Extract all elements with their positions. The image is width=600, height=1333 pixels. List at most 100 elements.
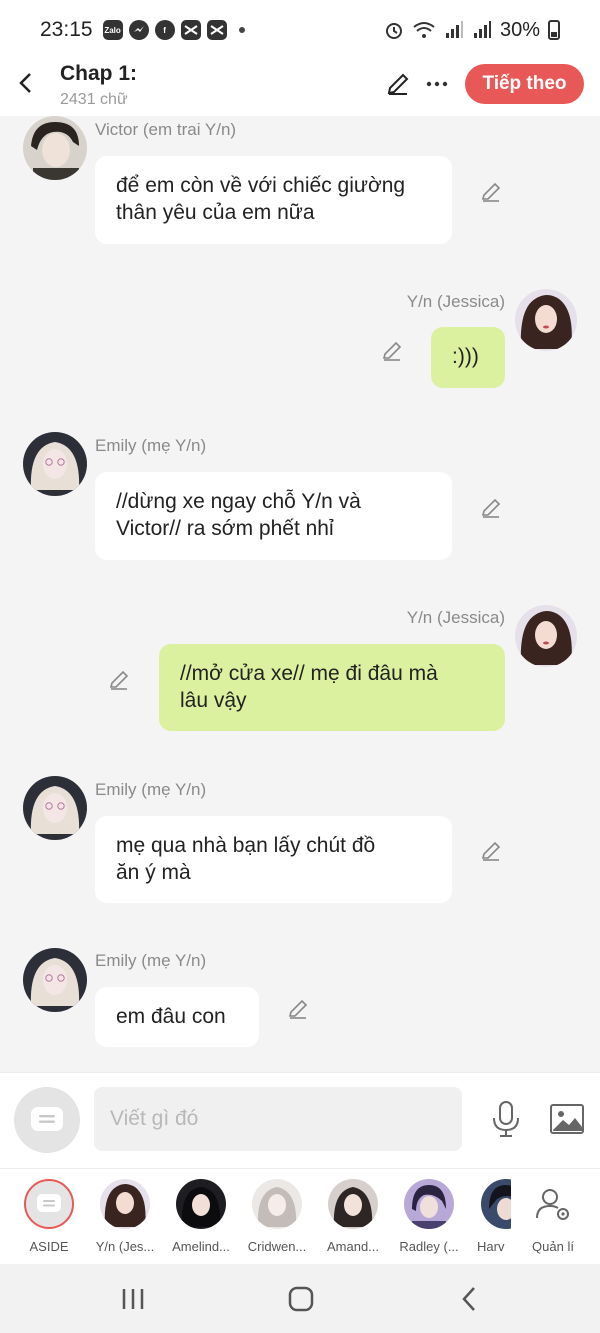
image-icon [550, 1104, 584, 1134]
composer-bar [0, 1072, 600, 1168]
nav-back-button[interactable] [449, 1282, 489, 1316]
sender-name: Emily (mẹ Y/n) [95, 780, 207, 799]
system-status: 30% [384, 19, 560, 42]
pencil-icon [387, 73, 409, 95]
message-line: em đâu con [116, 1005, 226, 1028]
message-line: thân yêu của em nữa [116, 201, 315, 224]
manage-icon [528, 1179, 578, 1229]
system-nav-bar [0, 1264, 600, 1333]
pencil-icon [109, 670, 129, 690]
character-amelind[interactable]: Amelind... [167, 1179, 235, 1254]
status-bar: 23:15 Zalo f 30% [0, 0, 600, 60]
message-line: //mở cửa xe// mẹ đi đâu mà [180, 662, 438, 685]
character-label: Amelind... [172, 1239, 230, 1254]
status-time: 23:15 [40, 18, 93, 41]
back-button[interactable] [8, 66, 42, 100]
message-bubble[interactable]: em đâu con [95, 987, 259, 1047]
character-label: Amand... [326, 1239, 380, 1254]
edit-message-button[interactable] [106, 667, 132, 693]
word-count: 2431 chữ [60, 91, 128, 108]
character-avatar [481, 1179, 511, 1229]
more-notifications-dot [238, 27, 245, 33]
character-label: Harv [477, 1239, 505, 1254]
chevron-left-icon [19, 73, 31, 93]
home-icon [288, 1286, 314, 1312]
character-radley[interactable]: Radley (... [395, 1179, 463, 1254]
edit-message-button[interactable] [379, 338, 405, 364]
avatar-emily[interactable] [23, 432, 87, 496]
character-label: Radley (... [399, 1239, 459, 1254]
message-bubble[interactable]: để em còn về với chiếc giường thân yêu c… [95, 156, 452, 244]
avatar-emily[interactable] [23, 948, 87, 1012]
sender-name: Emily (mẹ Y/n) [95, 436, 207, 455]
pencil-icon [481, 498, 501, 518]
battery-icon [548, 20, 560, 40]
message-bubble[interactable]: //dừng xe ngay chỗ Y/n và Victor// ra sớ… [95, 472, 452, 560]
edit-title-button[interactable] [382, 68, 414, 100]
character-avatar [404, 1179, 454, 1229]
wifi-icon [413, 22, 435, 38]
message-line: mẹ qua nhà bạn lấy chút đồ [116, 834, 376, 857]
manage-characters-button[interactable]: Quản lí [518, 1179, 588, 1254]
message-input[interactable] [94, 1087, 462, 1151]
message-line: lâu vậy [180, 689, 247, 712]
facebook-icon: f [154, 20, 175, 40]
microphone-button[interactable] [488, 1099, 524, 1139]
header: Chap 1: 2431 chữ Tiếp theo [0, 60, 600, 116]
avatar-victor[interactable] [23, 116, 87, 180]
recent-apps-button[interactable] [113, 1282, 153, 1316]
character-strip: ASIDE Y/n (Jes... Amelind... Cridwen... … [0, 1168, 600, 1264]
microphone-icon [493, 1101, 519, 1137]
avatar-jessica[interactable] [515, 289, 577, 351]
pencil-icon [481, 841, 501, 861]
character-avatar [252, 1179, 302, 1229]
message-bubble[interactable]: :))) [431, 327, 505, 388]
more-options-button[interactable] [424, 68, 450, 100]
chat-bubble-icon [37, 1194, 61, 1212]
avatar-jessica[interactable] [515, 605, 577, 667]
character-amand[interactable]: Amand... [319, 1179, 387, 1254]
edit-message-button[interactable] [478, 495, 504, 521]
sender-name: Victor (em trai Y/n) [95, 120, 237, 139]
message-bubble[interactable]: mẹ qua nhà bạn lấy chút đồ ăn ý mà [95, 816, 452, 903]
edit-message-button[interactable] [285, 996, 311, 1022]
message-line: Victor// ra sớm phết nhỉ [116, 517, 334, 540]
character-label: Y/n (Jes... [95, 1239, 155, 1254]
chevron-left-icon [462, 1287, 475, 1311]
message-line: ăn ý mà [116, 861, 191, 884]
avatar-emily[interactable] [23, 776, 87, 840]
capcut-icon [206, 20, 227, 40]
character-harv[interactable]: Harv [471, 1179, 511, 1254]
character-label: Quản lí [532, 1239, 574, 1254]
character-aside[interactable]: ASIDE [15, 1179, 83, 1254]
image-upload-button[interactable] [548, 1101, 586, 1137]
pencil-icon [288, 999, 308, 1019]
message-line: để em còn về với chiếc giường [116, 174, 406, 197]
sender-name: Y/n (Jessica) [406, 292, 505, 311]
edit-message-button[interactable] [478, 179, 504, 205]
character-avatar [328, 1179, 378, 1229]
message-line: //dừng xe ngay chỗ Y/n và [116, 490, 361, 513]
character-cridwen[interactable]: Cridwen... [243, 1179, 311, 1254]
aside-avatar [24, 1179, 74, 1229]
character-label: ASIDE [29, 1239, 69, 1254]
aside-toggle-button[interactable] [14, 1087, 80, 1153]
zalo-icon: Zalo [102, 20, 123, 40]
alarm-icon [385, 23, 402, 39]
character-label: Cridwen... [247, 1239, 307, 1254]
messenger-icon [128, 20, 149, 40]
character-avatar [100, 1179, 150, 1229]
chat-area[interactable]: Victor (em trai Y/n) để em còn về với ch… [0, 116, 600, 1072]
pencil-icon [481, 182, 501, 202]
edit-message-button[interactable] [478, 838, 504, 864]
signal-icon [445, 21, 463, 38]
battery-percent: 30% [499, 18, 540, 41]
home-button[interactable] [281, 1282, 321, 1316]
more-dots-icon [426, 81, 448, 87]
character-jessica[interactable]: Y/n (Jes... [91, 1179, 159, 1254]
message-bubble[interactable]: //mở cửa xe// mẹ đi đâu mà lâu vậy [159, 644, 505, 731]
message-line: :))) [452, 345, 479, 368]
sender-name: Y/n (Jessica) [406, 608, 505, 627]
next-button[interactable]: Tiếp theo [465, 64, 584, 104]
capcut-icon [180, 20, 201, 40]
